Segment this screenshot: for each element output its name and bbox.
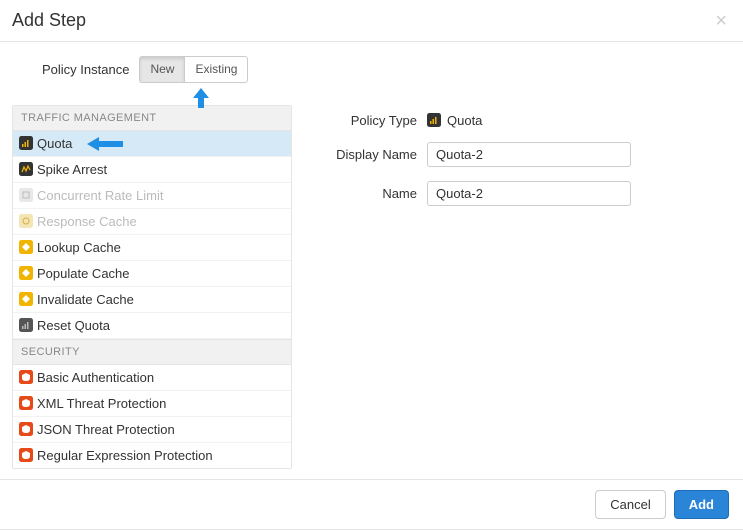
policy-item-label: Populate Cache bbox=[37, 266, 130, 281]
policy-instance-row: Policy Instance New Existing bbox=[42, 56, 731, 83]
name-label: Name bbox=[322, 186, 417, 201]
category-header-traffic: TRAFFIC MANAGEMENT bbox=[13, 106, 291, 131]
policy-item-populate-cache[interactable]: Populate Cache bbox=[13, 261, 291, 287]
security-icon bbox=[19, 422, 33, 436]
spike-arrest-icon bbox=[19, 162, 33, 176]
policy-item-label: Invalidate Cache bbox=[37, 292, 134, 307]
category-header-security: SECURITY bbox=[13, 339, 291, 365]
policy-list: TRAFFIC MANAGEMENT Quota Spike Arrest bbox=[12, 105, 292, 469]
dialog-body: Policy Instance New Existing TRAFFIC MAN… bbox=[0, 42, 743, 479]
security-icon bbox=[19, 396, 33, 410]
policy-type-value: Quota bbox=[427, 113, 482, 128]
display-name-input[interactable] bbox=[427, 142, 631, 167]
policy-type-label: Policy Type bbox=[322, 113, 417, 128]
display-name-label: Display Name bbox=[322, 147, 417, 162]
policy-item-json-threat[interactable]: JSON Threat Protection bbox=[13, 417, 291, 443]
add-button[interactable]: Add bbox=[674, 490, 729, 519]
cancel-button[interactable]: Cancel bbox=[595, 490, 665, 519]
policy-item-response-cache: Response Cache bbox=[13, 209, 291, 235]
policy-item-xml-threat[interactable]: XML Threat Protection bbox=[13, 391, 291, 417]
policy-item-lookup-cache[interactable]: Lookup Cache bbox=[13, 235, 291, 261]
response-cache-icon bbox=[19, 214, 33, 228]
policy-item-regex[interactable]: Regular Expression Protection bbox=[13, 443, 291, 468]
quota-icon bbox=[19, 136, 33, 150]
dialog-header: Add Step × bbox=[0, 0, 743, 42]
policy-item-invalidate-cache[interactable]: Invalidate Cache bbox=[13, 287, 291, 313]
policy-instance-label: Policy Instance bbox=[42, 62, 129, 77]
new-toggle[interactable]: New bbox=[139, 56, 184, 83]
content-row: TRAFFIC MANAGEMENT Quota Spike Arrest bbox=[12, 105, 731, 469]
cache-icon bbox=[19, 240, 33, 254]
policy-item-label: Spike Arrest bbox=[37, 162, 107, 177]
cache-icon bbox=[19, 292, 33, 306]
close-icon[interactable]: × bbox=[715, 11, 727, 31]
policy-type-text: Quota bbox=[447, 113, 482, 128]
policy-item-quota[interactable]: Quota bbox=[13, 131, 291, 157]
display-name-row: Display Name bbox=[322, 142, 721, 167]
dialog-footer: Cancel Add bbox=[0, 479, 743, 529]
policy-item-spike-arrest[interactable]: Spike Arrest bbox=[13, 157, 291, 183]
security-icon bbox=[19, 448, 33, 462]
dialog-title: Add Step bbox=[12, 10, 86, 31]
policy-item-label: Regular Expression Protection bbox=[37, 448, 213, 463]
policy-item-reset-quota[interactable]: Reset Quota bbox=[13, 313, 291, 339]
policy-type-row: Policy Type Quota bbox=[322, 113, 721, 128]
existing-toggle[interactable]: Existing bbox=[184, 56, 248, 83]
policy-item-label: Reset Quota bbox=[37, 318, 110, 333]
policy-detail-pane: Policy Type Quota Display Name Name bbox=[292, 105, 731, 469]
policy-item-label: JSON Threat Protection bbox=[37, 422, 175, 437]
add-step-dialog: Add Step × Policy Instance New Existing … bbox=[0, 0, 743, 530]
policy-item-label: Response Cache bbox=[37, 214, 137, 229]
name-input[interactable] bbox=[427, 181, 631, 206]
policy-item-label: Concurrent Rate Limit bbox=[37, 188, 163, 203]
policy-item-concurrent-rate-limit: Concurrent Rate Limit bbox=[13, 183, 291, 209]
policy-item-label: Quota bbox=[37, 136, 72, 151]
quota-icon bbox=[427, 113, 441, 127]
policy-item-basic-auth[interactable]: Basic Authentication bbox=[13, 365, 291, 391]
cache-icon bbox=[19, 266, 33, 280]
reset-quota-icon bbox=[19, 318, 33, 332]
name-row: Name bbox=[322, 181, 721, 206]
policy-item-label: Basic Authentication bbox=[37, 370, 154, 385]
policy-item-label: XML Threat Protection bbox=[37, 396, 166, 411]
policy-instance-toggle: New Existing bbox=[139, 56, 248, 83]
security-icon bbox=[19, 370, 33, 384]
concurrent-rate-limit-icon bbox=[19, 188, 33, 202]
policy-item-label: Lookup Cache bbox=[37, 240, 121, 255]
